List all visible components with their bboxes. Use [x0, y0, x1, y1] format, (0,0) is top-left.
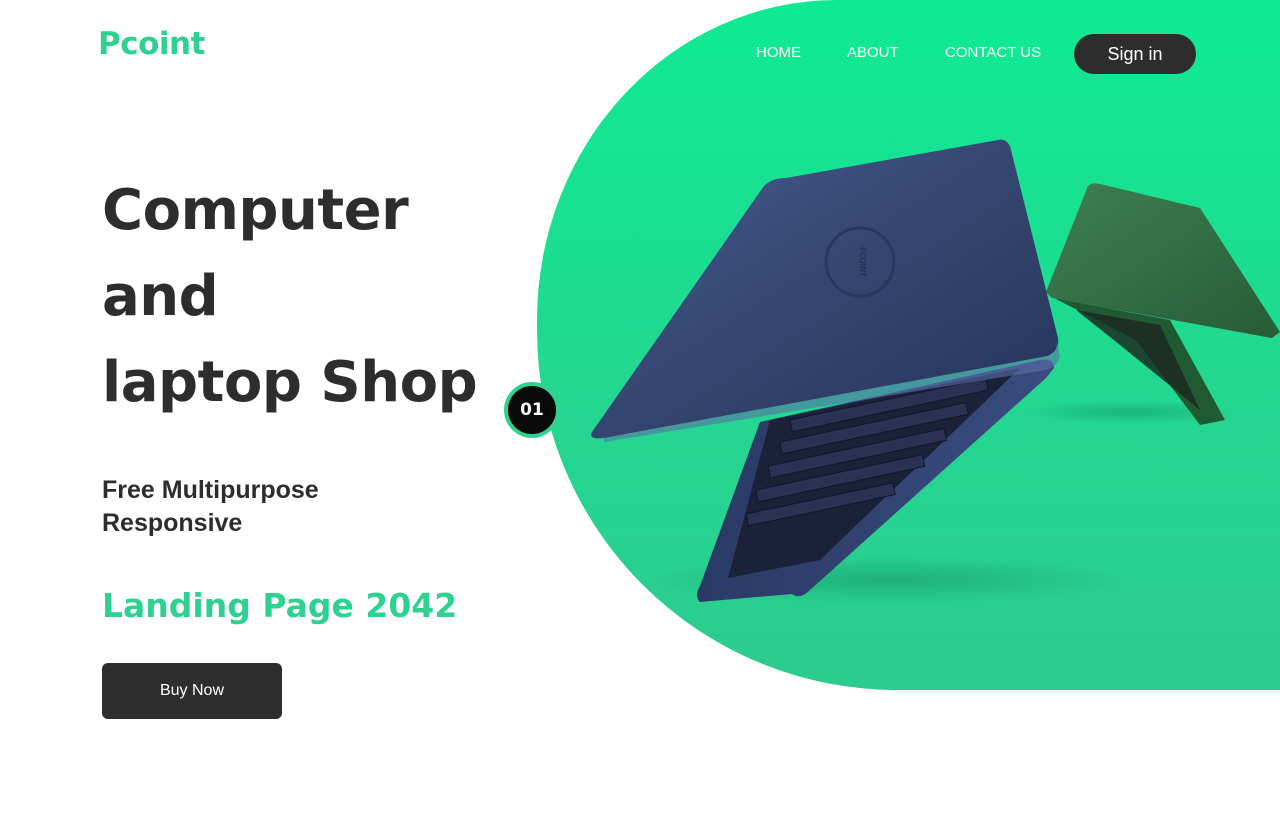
- headline-line: Computer: [102, 178, 409, 243]
- hero-tagline: Landing Page 2042: [102, 586, 458, 625]
- subheading-line: Responsive: [102, 509, 243, 537]
- hero-subheading: Free Multipurpose Responsive: [102, 474, 319, 540]
- signin-button[interactable]: Sign in: [1074, 34, 1196, 74]
- nav-home-link[interactable]: HOME: [756, 44, 801, 61]
- nav-about-link[interactable]: ABOUT: [847, 44, 899, 61]
- green-laptop: [1046, 183, 1280, 425]
- headline-line: and: [102, 264, 219, 329]
- laptop-logo-text: PCOINT: [858, 247, 867, 277]
- buy-now-button[interactable]: Buy Now: [102, 663, 282, 719]
- slide-number-badge[interactable]: 01: [504, 382, 560, 438]
- headline-line: laptop Shop: [102, 350, 478, 415]
- nav-contact-link[interactable]: CONTACT US: [945, 44, 1041, 61]
- blue-laptop: PCOINT: [591, 139, 1060, 602]
- brand-logo[interactable]: Pcoint: [98, 26, 205, 62]
- hero-headline: Computer and laptop Shop: [102, 168, 478, 426]
- subheading-line: Free Multipurpose: [102, 476, 319, 504]
- laptops-illustration: PCOINT: [591, 139, 1280, 604]
